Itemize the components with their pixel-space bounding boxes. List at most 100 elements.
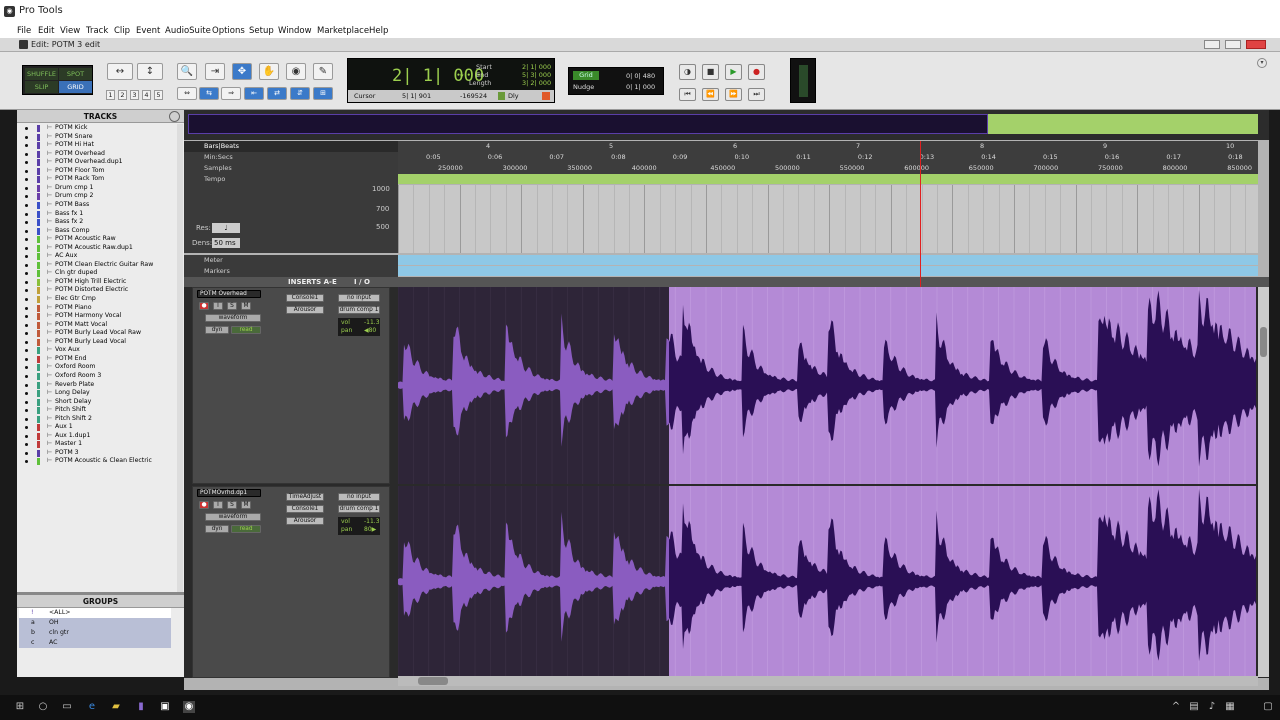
menu-file[interactable]: File	[17, 26, 31, 36]
track-visible-dot-icon[interactable]	[25, 161, 28, 165]
track-list-item[interactable]: ⊢ POTM Burly Lead Vocal	[17, 338, 177, 347]
windows-start-icon[interactable]: ⊞	[14, 701, 26, 713]
track-visible-dot-icon[interactable]	[25, 417, 28, 421]
track-list-item[interactable]: ⊢ Bass Comp	[17, 227, 177, 236]
toolbar-menu-icon[interactable]: ▾	[1257, 58, 1267, 68]
tempo-ruler-strip[interactable]	[398, 174, 1258, 184]
track-visible-dot-icon[interactable]	[25, 289, 28, 293]
solo-button[interactable]: S	[227, 501, 237, 509]
tracks-panel-header[interactable]: TRACKS	[17, 110, 184, 123]
track-list-item[interactable]: ⊢ Reverb Plate	[17, 381, 177, 390]
solo-button[interactable]: S	[227, 302, 237, 310]
input-monitor-button[interactable]: I	[213, 501, 223, 509]
universe-view[interactable]	[184, 110, 1269, 140]
grid-label[interactable]: Grid	[573, 71, 599, 80]
track-list-item[interactable]: ⊢ Aux 1	[17, 423, 177, 432]
grabber-tool-icon[interactable]: ✋	[259, 63, 279, 80]
track-list-item[interactable]: ⊢ Oxford Room 3	[17, 372, 177, 381]
vol-pan-display[interactable]: vol -11.3 pan ◀80	[338, 318, 380, 336]
online-button-icon[interactable]: ◑	[679, 64, 696, 80]
track-visible-dot-icon[interactable]	[25, 323, 28, 327]
insertion-follows-icon[interactable]: ⇒	[221, 87, 241, 100]
resolution-note-icon[interactable]: ♩	[212, 223, 240, 233]
track-visible-dot-icon[interactable]	[25, 443, 28, 447]
track-visible-dot-icon[interactable]	[25, 272, 28, 276]
track-visible-dot-icon[interactable]	[25, 400, 28, 404]
nudge-value[interactable]: 0| 1| 000	[626, 83, 655, 91]
mirror-midi-icon[interactable]: ⇄	[267, 87, 287, 100]
spot-mode-button[interactable]: SPOT	[59, 68, 92, 80]
link-timeline-icon[interactable]: ⇔	[177, 87, 197, 100]
menu-audiosuite[interactable]: AudioSuite	[165, 26, 211, 36]
track-visible-dot-icon[interactable]	[25, 357, 28, 361]
track-list-item[interactable]: ⊢ Long Delay	[17, 389, 177, 398]
tempo-ruler-label[interactable]: Tempo	[184, 174, 398, 185]
track-visible-dot-icon[interactable]	[25, 178, 28, 182]
bars-beats-ruler-label[interactable]: Bars|Beats	[184, 141, 398, 152]
track-visible-dot-icon[interactable]	[25, 409, 28, 413]
close-icon[interactable]	[1246, 40, 1266, 49]
menu-help[interactable]: Help	[369, 26, 388, 36]
trim-tool-icon[interactable]: ⇥	[205, 63, 225, 80]
track-visible-dot-icon[interactable]	[25, 169, 28, 173]
track-list-item[interactable]: ⊢ POTM Snare	[17, 133, 177, 142]
input-selector[interactable]: no input	[338, 294, 380, 302]
track-visible-dot-icon[interactable]	[25, 349, 28, 353]
insert-slot[interactable]: Console1	[286, 505, 324, 513]
track-list-item[interactable]: ⊢ POTM Distorted Electric	[17, 286, 177, 295]
samples-ruler-label[interactable]: Samples	[184, 163, 398, 174]
track-list-item[interactable]: ⊢ Pitch Shift	[17, 406, 177, 415]
track-list-item[interactable]: ⊢ Bass fx 1	[17, 210, 177, 219]
track-list-item[interactable]: ⊢ Master 1	[17, 440, 177, 449]
record-arm-icon[interactable]: ●	[199, 501, 209, 509]
min-secs-ruler-label[interactable]: Min:Secs	[184, 152, 398, 163]
scrubber-tool-icon[interactable]: ◉	[286, 63, 306, 80]
menu-clip[interactable]: Clip	[114, 26, 130, 36]
delay-comp-label[interactable]: Dly	[508, 92, 519, 100]
shuffle-mode-button[interactable]: SHUFFLE	[25, 68, 58, 80]
track-list-item[interactable]: ⊢ POTM Overhead.dup1	[17, 158, 177, 167]
length-value[interactable]: 3| 2| 000	[522, 79, 551, 87]
grid-value[interactable]: 0| 0| 480	[626, 72, 655, 80]
track-name[interactable]: POTMOvrhd.dp1	[197, 489, 261, 497]
output-selector[interactable]: drum comp 1	[338, 306, 380, 314]
track-list-item[interactable]: ⊢ POTM Matt Vocal	[17, 321, 177, 330]
tray-icon-1[interactable]: ^	[1170, 701, 1182, 713]
zoomer-tool-icon[interactable]: 🔍	[177, 63, 197, 80]
meter-ruler[interactable]	[398, 255, 1258, 265]
tracks-menu-icon[interactable]	[169, 111, 180, 122]
track-list-item[interactable]: ⊢ POTM 3	[17, 449, 177, 458]
track-visible-dot-icon[interactable]	[25, 186, 28, 190]
track-list-item[interactable]: ⊢ Aux 1.dup1	[17, 432, 177, 441]
tempo-editor-graph[interactable]	[398, 185, 1258, 253]
track-list-item[interactable]: ⊢ Drum cmp 1	[17, 184, 177, 193]
track-list-item[interactable]: ⊢ Elec Gtr Cmp	[17, 295, 177, 304]
track-list-item[interactable]: ⊢ POTM High Trill Electric	[17, 278, 177, 287]
edge-browser-icon[interactable]: e	[86, 701, 98, 713]
track-visible-dot-icon[interactable]	[25, 340, 28, 344]
track-list-item[interactable]: ⊢ POTM Hi Hat	[17, 141, 177, 150]
zoom-preset-5[interactable]: 5	[154, 90, 163, 100]
track-list-item[interactable]: ⊢ POTM Acoustic Raw.dup1	[17, 244, 177, 253]
meter-ruler-label[interactable]: Meter	[184, 255, 398, 266]
automation-follows-icon[interactable]: ⇵	[290, 87, 310, 100]
inserts-column-header[interactable]: INSERTS A-E	[288, 278, 337, 286]
task-view-icon[interactable]: ▭	[61, 701, 73, 713]
zoom-vertical-button[interactable]: ↕	[137, 63, 163, 80]
nudge-label[interactable]: Nudge	[573, 83, 594, 91]
track-list-item[interactable]: ⊢ POTM Clean Electric Guitar Raw	[17, 261, 177, 270]
group-row-cln-gtr[interactable]: b cln gtr	[19, 628, 171, 638]
track-list-item[interactable]: ⊢ AC Aux	[17, 252, 177, 261]
play-button-icon[interactable]: ▶	[725, 64, 742, 80]
menu-window[interactable]: Window	[278, 26, 312, 36]
horizontal-scroll-thumb[interactable]	[418, 677, 448, 685]
track-visible-dot-icon[interactable]	[25, 374, 28, 378]
automation-mode-selector[interactable]: read	[231, 326, 261, 334]
track-list-item[interactable]: ⊢ Oxford Room	[17, 363, 177, 372]
track-name[interactable]: POTM Overhead	[197, 290, 261, 298]
vertical-scrollbar[interactable]	[1258, 287, 1269, 677]
end-value[interactable]: 5| 3| 000	[522, 71, 551, 79]
track-view-selector[interactable]: waveform	[205, 314, 261, 322]
file-explorer-icon[interactable]: ▰	[110, 701, 122, 713]
track-visible-dot-icon[interactable]	[25, 280, 28, 284]
